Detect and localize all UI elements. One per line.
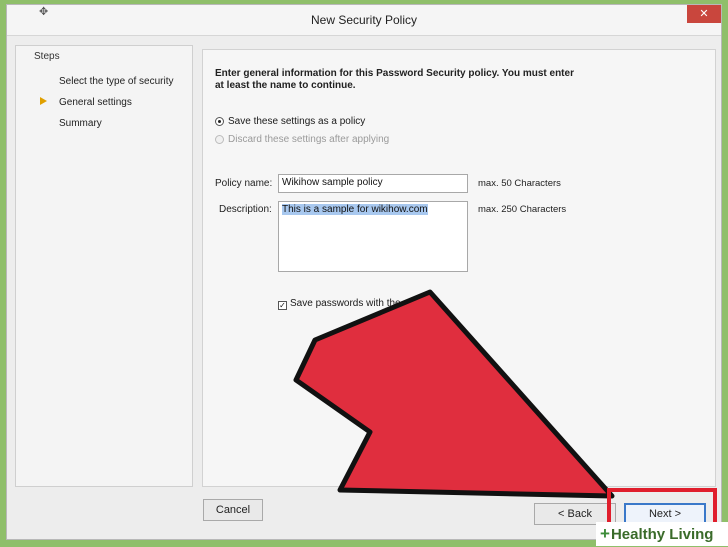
watermark: +Healthy Living (596, 522, 728, 546)
plus-icon: + (600, 524, 610, 543)
watermark-text: Healthy Living (610, 526, 714, 543)
red-pointer-arrow-icon (293, 289, 615, 499)
arrow-shape (293, 289, 615, 499)
